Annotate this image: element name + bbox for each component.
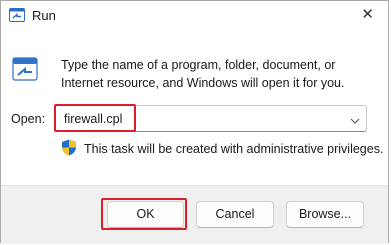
run-description: Type the name of a program, folder, docu…: [61, 58, 345, 90]
cancel-button[interactable]: Cancel: [196, 201, 274, 228]
ok-highlight-box: [101, 198, 187, 230]
window-title: Run: [32, 8, 56, 23]
dialog-body: Type the name of a program, folder, docu…: [1, 31, 388, 185]
uac-shield-icon: [61, 139, 77, 156]
browse-button[interactable]: Browse...: [286, 201, 364, 228]
close-icon[interactable]: ✕: [361, 7, 374, 22]
title-bar[interactable]: Run ✕: [1, 1, 388, 31]
open-label: Open:: [11, 112, 46, 126]
run-dialog: Run ✕ Type the name of a program, folder…: [0, 0, 389, 244]
chevron-down-icon[interactable]: [350, 114, 360, 124]
input-highlight-box: [54, 104, 136, 132]
admin-privileges-note: This task will be created with administr…: [84, 142, 384, 156]
run-dialog-icon: [12, 56, 38, 84]
run-app-icon: [9, 8, 25, 22]
button-bar: OK Cancel Browse...: [1, 185, 388, 244]
